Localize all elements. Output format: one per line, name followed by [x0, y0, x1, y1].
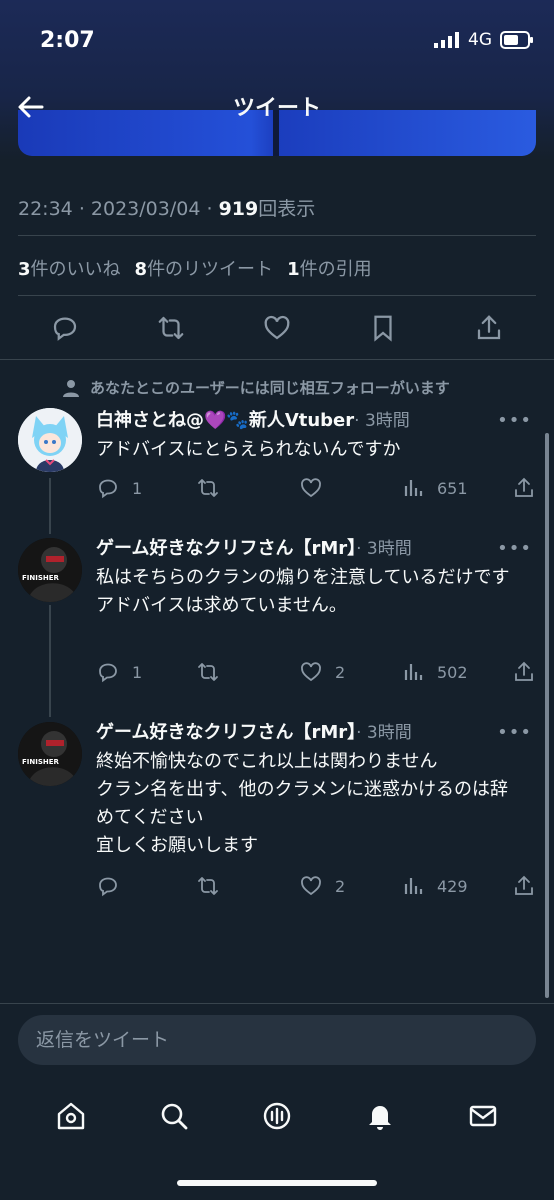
analytics-icon — [404, 480, 423, 496]
more-options-icon[interactable]: ••• — [497, 722, 532, 743]
page-title: ツイート — [232, 96, 321, 121]
tweet-time: 22:34 — [18, 198, 73, 220]
display-name[interactable]: ゲーム好きなクリフさん【rMr】 — [96, 722, 356, 743]
reply-actions: 1 651 — [96, 476, 536, 506]
status-right: 4G — [434, 30, 534, 50]
messages-icon[interactable] — [467, 1100, 499, 1132]
retweet-icon[interactable] — [156, 313, 186, 343]
avatar-soldier-icon: FINISHER — [18, 722, 82, 786]
tweet-meta: 22:34 · 2023/03/04 · 919回表示 — [18, 198, 316, 220]
view-count: 919 — [218, 198, 259, 220]
reply-button[interactable]: 1 — [96, 476, 142, 500]
svg-text:FINISHER: FINISHER — [22, 758, 60, 766]
person-icon — [63, 379, 79, 397]
divider — [18, 235, 536, 236]
divider — [0, 359, 554, 360]
avatar[interactable]: FINISHER — [18, 722, 82, 786]
reply-icon — [99, 479, 117, 499]
status-time: 2:07 — [40, 28, 95, 53]
retweet-icon — [198, 663, 218, 681]
bookmark-icon[interactable] — [368, 313, 398, 343]
share-icon[interactable] — [474, 313, 504, 343]
reply-text: 私はそちらのクランの煽りを注意しているだけです アドバイスは求めていません。 — [96, 567, 510, 616]
views-button[interactable]: 502 — [401, 660, 468, 684]
notifications-icon[interactable] — [364, 1100, 396, 1132]
reply-time: · 3時間 — [356, 723, 412, 743]
mutual-follow-note: あなたとこのユーザーには同じ相互フォローがいます — [62, 377, 450, 398]
retweet-button[interactable] — [196, 874, 220, 898]
retweet-icon — [198, 479, 218, 497]
like-icon — [301, 876, 321, 896]
reply-actions: 2 429 — [96, 874, 536, 904]
thread-line — [49, 605, 51, 717]
tweet-stats: 3件のいいね 8件のリツイート 1件の引用 — [18, 255, 372, 281]
reply-icon[interactable] — [50, 313, 80, 343]
reply-3[interactable]: ゲーム好きなクリフさん【rMr】· 3時間 終始不愉快なのでこれ以上は関わりませ… — [96, 718, 526, 860]
divider — [0, 1003, 554, 1004]
tweet-date: 2023/03/04 — [90, 198, 201, 220]
thread-line — [49, 478, 51, 534]
retweet-icon — [198, 877, 218, 895]
divider — [18, 295, 536, 296]
spaces-icon[interactable] — [261, 1100, 293, 1132]
avatar-vtuber-icon — [18, 408, 82, 472]
avatar[interactable] — [18, 408, 82, 472]
network-label: 4G — [468, 30, 492, 50]
tab-bar — [0, 1088, 554, 1144]
share-button[interactable] — [512, 660, 536, 684]
reply-icon — [99, 877, 117, 897]
reply-1[interactable]: 白神さとね@💜🐾新人Vtuber· 3時間 アドバイスにとらえられないんですか — [96, 406, 526, 464]
views-button[interactable]: 429 — [401, 874, 468, 898]
like-button[interactable]: 2 — [299, 874, 345, 898]
reply-icon — [99, 663, 117, 683]
share-button[interactable] — [512, 874, 536, 898]
battery-icon — [500, 31, 533, 49]
quotes-stat[interactable]: 1件の引用 — [287, 255, 372, 281]
retweet-button[interactable] — [196, 476, 220, 500]
signal-icon — [434, 32, 459, 48]
status-bar: 2:07 4G — [0, 0, 554, 80]
like-icon[interactable] — [262, 313, 292, 343]
home-indicator — [177, 1180, 377, 1186]
share-button[interactable] — [512, 476, 536, 500]
share-icon — [515, 661, 533, 681]
home-icon[interactable] — [55, 1100, 87, 1132]
retweet-button[interactable] — [196, 660, 220, 684]
likes-stat[interactable]: 3件のいいね — [18, 255, 121, 281]
avatar[interactable]: FINISHER — [18, 538, 82, 602]
display-name[interactable]: 白神さとね@💜🐾新人Vtuber — [96, 410, 354, 431]
analytics-icon — [404, 878, 423, 894]
retweets-stat[interactable]: 8件のリツイート — [135, 255, 274, 281]
like-button[interactable]: 2 — [299, 660, 345, 684]
reply-text: アドバイスにとらえられないんですか — [96, 439, 401, 460]
reply-actions: 1 2 502 — [96, 660, 536, 690]
reply-2[interactable]: ゲーム好きなクリフさん【rMr】· 3時間 私はそちらのクランの煽りを注意してい… — [96, 534, 526, 620]
reply-text: 終始不愉快なのでこれ以上は関わりません クラン名を出す、他のクラメンに迷惑かける… — [96, 751, 509, 856]
scrollbar[interactable] — [545, 433, 549, 998]
more-options-icon[interactable]: ••• — [497, 410, 532, 431]
search-icon[interactable] — [158, 1100, 190, 1132]
views-button[interactable]: 651 — [401, 476, 468, 500]
more-options-icon[interactable]: ••• — [497, 538, 532, 559]
like-icon — [301, 662, 321, 682]
reply-time: · 3時間 — [356, 539, 412, 559]
display-name[interactable]: ゲーム好きなクリフさん【rMr】 — [96, 538, 356, 559]
reply-button[interactable]: 1 — [96, 660, 142, 684]
share-icon — [515, 875, 533, 895]
tweet-action-bar — [18, 308, 536, 348]
analytics-icon — [404, 664, 423, 680]
svg-text:FINISHER: FINISHER — [22, 574, 60, 582]
reply-button[interactable] — [96, 874, 132, 898]
share-icon — [515, 477, 533, 497]
reply-input[interactable]: 返信をツイート — [18, 1015, 536, 1065]
reply-time: · 3時間 — [354, 411, 410, 431]
avatar-soldier-icon: FINISHER — [18, 538, 82, 602]
like-button[interactable] — [299, 476, 323, 500]
like-icon — [301, 478, 321, 498]
